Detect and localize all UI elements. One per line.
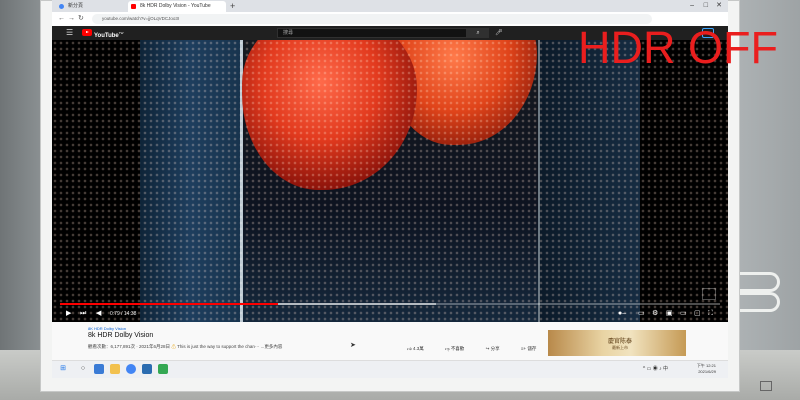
settings-icon[interactable]: ⚙ [652, 308, 658, 320]
fullscreen-icon[interactable]: ⛶ [708, 308, 713, 320]
edge-icon[interactable] [94, 364, 104, 374]
player-controls: ▶ ⏭ ◀︎ 0:79 / 14:38 ●‒ ▭ ⚙ ▣ ▭ ▢ ⛶ [52, 306, 728, 322]
channel-tag[interactable]: 8K HDR Dolby Vision [88, 326, 126, 331]
video-player[interactable]: ▶ ⏭ ◀︎ 0:79 / 14:38 ●‒ ▭ ⚙ ▣ ▭ ▢ ⛶ [52, 40, 728, 322]
theater-icon[interactable]: ▭ [680, 308, 687, 320]
microphone-icon[interactable]: 🎤︎ [495, 28, 503, 38]
view-count: 觀看次數：6,177,891次 · 2021年6月28日 [88, 344, 171, 349]
like-button[interactable]: 👍︎ 4.3萬 [407, 346, 434, 351]
share-button[interactable]: ↪ 分享 [486, 346, 510, 351]
minimize-icon[interactable]: – [690, 0, 694, 12]
subtitles-icon[interactable]: ▭ [638, 308, 645, 320]
ad-subtitle: 最新上市 [612, 345, 628, 350]
search-icon[interactable]: ○ [78, 364, 88, 374]
clock-date: 2021/6/29 [698, 369, 716, 374]
app-icon[interactable] [158, 364, 168, 374]
time-display: 0:79 / 14:38 [110, 311, 137, 317]
browser-tab-bar: 新分頁 8k HDR Dolby Vision - YouTube + – □ … [52, 0, 728, 12]
next-icon[interactable]: ⏭ [80, 308, 86, 320]
chrome-icon[interactable] [126, 364, 136, 374]
save-button[interactable]: ≡+ 儲存 [521, 346, 547, 351]
youtube-icon [131, 4, 136, 9]
url-field[interactable]: youtube.com/watch?v=jjOLqVDCJoo3I [92, 14, 652, 24]
tab-new[interactable]: 新分頁 [56, 1, 126, 12]
clock[interactable]: 下午 12:21 2021/6/29 [697, 363, 716, 375]
miniplayer-icon[interactable]: ▣ [666, 308, 673, 320]
advertisement-banner[interactable]: 慶官陈泰 最新上市 [548, 330, 686, 356]
video-info: 8K HDR Dolby Vision 8k HDR Dolby Vision … [52, 322, 728, 360]
hdr-overlay-label: HDR OFF [578, 22, 778, 73]
system-tray[interactable]: ^ ▭ ◉ ♪ 中 [643, 365, 668, 372]
video-title: 8k HDR Dolby Vision [88, 332, 154, 339]
played-bar [60, 303, 278, 305]
ad-title: 慶官陈泰 [608, 339, 633, 345]
progress-bar[interactable] [60, 303, 720, 305]
video-meta: 觀看次數：6,177,891次 · 2021年6月28日 ⚠ This is j… [88, 344, 282, 350]
youtube-logo-icon[interactable] [82, 29, 92, 36]
volume-icon[interactable]: ◀︎ [96, 308, 101, 320]
autoplay-toggle[interactable]: ●‒ [618, 308, 626, 320]
monitor-logo [760, 381, 772, 391]
dislike-button[interactable]: 👎︎ 不喜歡 [445, 346, 474, 351]
windows-taskbar: ⊞ ○ ^ ▭ ◉ ♪ 中 下午 12:21 2021/6/29 [52, 360, 728, 378]
video-actions: 👍︎ 4.3萬 👎︎ 不喜歡 ↪ 分享 ≡+ 儲存 [407, 346, 556, 352]
menu-icon[interactable]: ☰ [66, 27, 73, 39]
forward-icon[interactable]: → [68, 13, 75, 25]
channel-watermark[interactable] [702, 288, 716, 300]
search-icon[interactable]: ⌕ [467, 28, 489, 38]
tab-youtube[interactable]: 8k HDR Dolby Vision - YouTube [128, 1, 226, 12]
mouse-cursor-icon: ➤ [350, 342, 356, 349]
new-tab-button[interactable]: + [230, 0, 235, 12]
chrome-icon [59, 4, 64, 9]
play-icon[interactable]: ▶ [66, 308, 71, 320]
reload-icon[interactable]: ↻ [78, 13, 84, 25]
bubbles [52, 40, 728, 322]
back-icon[interactable]: ← [58, 13, 65, 25]
tab-label: 8k HDR Dolby Vision - YouTube [140, 3, 211, 9]
description-snippet[interactable]: This is just the way to support the chan… [177, 344, 282, 349]
search-input[interactable]: 搜尋 [277, 28, 467, 38]
close-icon[interactable]: ✕ [716, 0, 722, 12]
start-icon[interactable]: ⊞ [58, 364, 68, 374]
warning-icon: ⚠ [171, 344, 176, 349]
folder-icon[interactable] [110, 364, 120, 374]
maximize-icon[interactable]: □ [704, 0, 708, 12]
tab-label: 新分頁 [68, 3, 84, 9]
cast-icon[interactable]: ▢ [694, 308, 701, 320]
mail-icon[interactable] [142, 364, 152, 374]
